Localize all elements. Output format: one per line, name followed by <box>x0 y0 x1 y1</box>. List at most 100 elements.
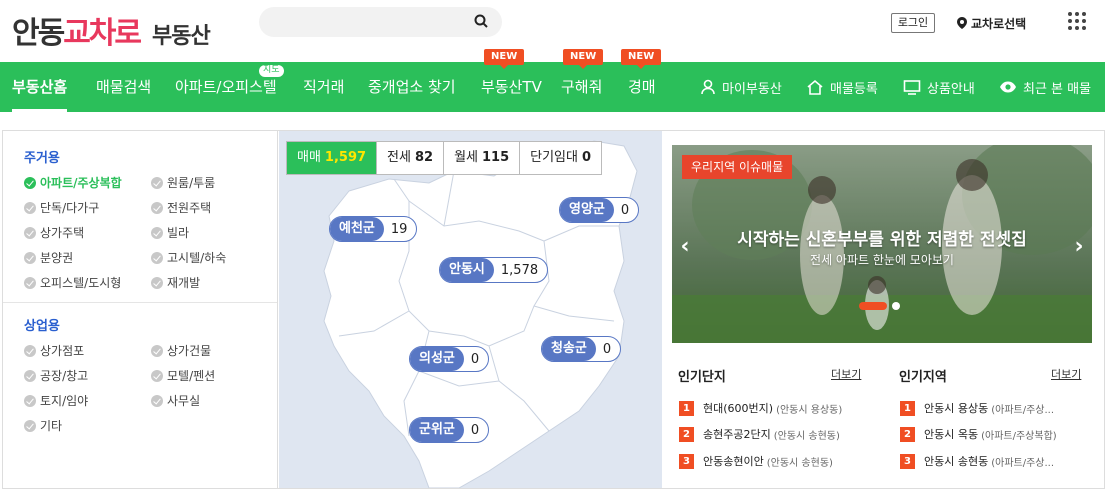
banner-pagination <box>859 302 900 310</box>
login-button[interactable]: 로그인 <box>891 13 935 33</box>
tab-sale[interactable]: 매매 1,597 <box>287 142 377 174</box>
category-label: 상가점포 <box>40 344 85 358</box>
nav-item-tv[interactable]: NEW 부동산TV <box>481 49 542 112</box>
nav-item-wanted[interactable]: NEW 구해줘 <box>561 49 604 112</box>
rank-number: 2 <box>679 426 694 442</box>
region-map[interactable]: 매매 1,597 전세 82 월세 115 단기임대 0 예천군 19 영양군 0 안동시 1… <box>279 131 662 488</box>
category-motel[interactable]: 모텔/펜션 <box>151 367 215 384</box>
search-input[interactable] <box>259 7 502 37</box>
category-country-house[interactable]: 전원주택 <box>151 199 211 216</box>
nav-item-label: 구해줘 <box>561 78 603 96</box>
recent-listings-link[interactable]: 최근 본 매물 <box>999 62 1091 112</box>
nav-item-agency[interactable]: 중개업소 찾기 <box>368 62 456 112</box>
tab-count: 1,597 <box>324 150 367 165</box>
deal-type-tabs: 매매 1,597 전세 82 월세 115 단기임대 0 <box>286 141 603 175</box>
category-office[interactable]: 사무실 <box>151 392 200 409</box>
map-badge: 지도 <box>259 65 284 77</box>
category-commercial-building[interactable]: 상가건물 <box>151 342 211 359</box>
nav-item-apartment[interactable]: 아파트/오피스텔 지도 <box>175 62 284 112</box>
popular-complex-item[interactable]: 2 송현주공2단지 (안동시 송현동) <box>679 426 840 442</box>
nav-item-auction[interactable]: NEW 경매 <box>621 49 662 112</box>
tab-count: 115 <box>481 150 510 165</box>
nav-item-label: 경매 <box>628 78 656 96</box>
popular-complex-more-link[interactable]: 더보기 <box>831 366 861 382</box>
my-real-estate-link[interactable]: 마이부동산 <box>700 62 782 112</box>
tab-short-term[interactable]: 단기임대 0 <box>519 142 601 174</box>
region-pin-andong[interactable]: 안동시 1,578 <box>439 257 549 283</box>
popular-region-item[interactable]: 3 안동시 송현동 (아파트/주상... <box>900 453 1054 469</box>
register-listing-link[interactable]: 매물등록 <box>806 62 878 112</box>
nav-item-home[interactable]: 부동산홈 <box>12 62 68 112</box>
nav-item-label: 직거래 <box>303 78 345 96</box>
category-detached[interactable]: 단독/다가구 <box>24 199 99 216</box>
category-store[interactable]: 상가점포 <box>24 342 84 359</box>
banner-next-button[interactable]: › <box>1068 231 1090 261</box>
category-land[interactable]: 토지/임야 <box>24 392 88 409</box>
pagination-dot[interactable] <box>892 302 900 310</box>
category-shop-house[interactable]: 상가주택 <box>24 224 84 241</box>
popular-region-more-link[interactable]: 더보기 <box>1051 366 1081 382</box>
category-label: 단독/다가구 <box>40 201 100 215</box>
complex-name: 현대(600번지) <box>703 402 774 415</box>
category-officetel[interactable]: 오피스텔/도시형 <box>24 274 121 291</box>
region-name: 군위군 <box>410 418 464 442</box>
category-factory[interactable]: 공장/창고 <box>24 367 88 384</box>
eye-icon <box>1000 81 1016 93</box>
pagination-dot-active[interactable] <box>859 302 887 310</box>
nav-item-label: 아파트/오피스텔 <box>175 78 277 96</box>
category-other[interactable]: 기타 <box>24 417 62 434</box>
apps-menu-icon[interactable] <box>1068 12 1086 30</box>
check-icon <box>151 369 163 382</box>
commercial-title: 상업용 <box>24 319 60 334</box>
nav-item-search[interactable]: 매물검색 <box>96 62 151 112</box>
tab-jeonse[interactable]: 전세 82 <box>376 142 443 174</box>
region-select-label: 교차로선택 <box>971 16 1027 31</box>
region-type: (아파트/주상... <box>991 404 1055 416</box>
category-label: 상가주택 <box>40 226 85 240</box>
tab-label: 매매 <box>297 150 321 165</box>
category-apartment[interactable]: 아파트/주상복합 <box>24 174 122 191</box>
category-villa[interactable]: 빌라 <box>151 224 189 241</box>
category-redevelopment[interactable]: 재개발 <box>151 274 200 291</box>
region-type: (아파트/주상복합) <box>981 430 1057 442</box>
popular-complex-item[interactable]: 1 현대(600번지) (안동시 용상동) <box>679 400 842 416</box>
popular-complex-title: 인기단지 <box>678 370 726 385</box>
region-select-button[interactable]: 교차로선택 <box>957 13 1026 33</box>
category-presale[interactable]: 분양권 <box>24 249 73 266</box>
region-pin-yeongyang[interactable]: 영양군 0 <box>559 197 640 223</box>
product-info-link[interactable]: 상품안내 <box>903 62 975 112</box>
check-icon <box>24 394 36 407</box>
check-icon <box>24 251 36 264</box>
category-goshitel[interactable]: 고시텔/하숙 <box>151 249 226 266</box>
region-pin-gunwi[interactable]: 군위군 0 <box>409 417 490 443</box>
popular-region-item[interactable]: 2 안동시 옥동 (아파트/주상복합) <box>900 426 1057 442</box>
region-pin-yecheon[interactable]: 예천군 19 <box>329 216 418 242</box>
promo-banner[interactable]: 우리지역 이슈매물 시작하는 신혼부부를 위한 저렴한 전셋집 전세 아파트 한… <box>672 145 1092 343</box>
region-name: 의성군 <box>410 347 464 371</box>
region-pin-uiseong[interactable]: 의성군 0 <box>409 346 490 372</box>
popular-region-item[interactable]: 1 안동시 용상동 (아파트/주상... <box>900 400 1054 416</box>
logo-text-service: 부동산 <box>152 24 211 49</box>
tab-count: 0 <box>581 150 592 165</box>
logo-text-region: 안동 <box>12 16 65 51</box>
nav-item-direct-deal[interactable]: 직거래 <box>303 62 344 112</box>
popular-complex-item[interactable]: 3 안동송현이안 (안동시 송현동) <box>679 453 833 469</box>
region-type: (아파트/주상... <box>991 457 1055 469</box>
region-name: 안동시 용상동 <box>924 402 989 415</box>
logo-text-brand: 교차로 <box>63 16 142 51</box>
monitor-icon <box>903 80 921 95</box>
banner-prev-button[interactable]: ‹ <box>674 231 696 261</box>
site-logo[interactable]: 안동 교차로 부동산 <box>12 8 211 51</box>
region-name: 청송군 <box>542 337 596 361</box>
nav-item-label: 매물검색 <box>96 78 152 96</box>
category-label: 고시텔/하숙 <box>167 251 227 265</box>
category-label: 기타 <box>40 419 63 433</box>
tab-monthly[interactable]: 월세 115 <box>443 142 519 174</box>
search-icon[interactable] <box>474 14 488 28</box>
category-label: 상가건물 <box>167 344 212 358</box>
popular-region-title: 인기지역 <box>899 370 947 385</box>
category-oneroom[interactable]: 원룸/투룸 <box>151 174 215 191</box>
complex-name: 송현주공2단지 <box>703 428 771 441</box>
check-icon <box>151 276 163 289</box>
region-pin-cheongsong[interactable]: 청송군 0 <box>541 336 622 362</box>
